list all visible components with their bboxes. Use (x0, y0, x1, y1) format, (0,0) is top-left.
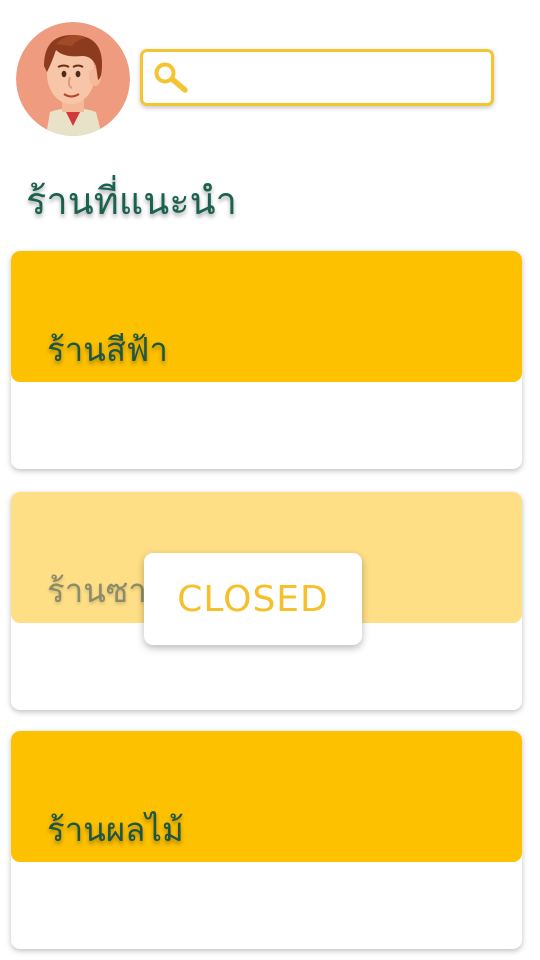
profile-avatar-icon (16, 22, 130, 136)
search-input[interactable] (199, 60, 483, 96)
shop-card-3[interactable]: ร้านผลไม้ (11, 731, 522, 949)
search-icon[interactable] (152, 61, 192, 95)
search-bar[interactable] (140, 49, 494, 106)
shop-name: ร้านสีฟ้า (47, 330, 168, 369)
shop-card-1[interactable]: ร้านสีฟ้า (11, 251, 522, 469)
closed-badge: CLOSED (144, 553, 362, 645)
section-title: ร้านที่แนะนำ (26, 179, 237, 223)
shop-name: ร้านผลไม้ (47, 810, 184, 849)
profile-avatar[interactable] (16, 22, 130, 136)
